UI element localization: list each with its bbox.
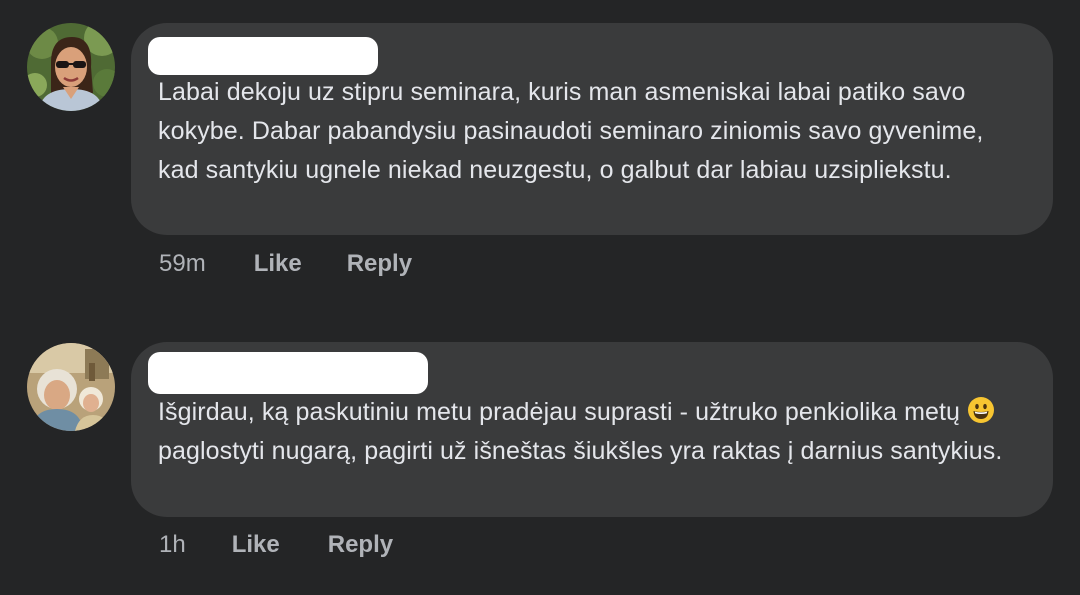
- comment-text: Išgirdau, ką paskutiniu metu pradėjau su…: [158, 393, 1029, 471]
- comment-2: Išgirdau, ką paskutiniu metu pradėjau su…: [0, 300, 1080, 595]
- timestamp[interactable]: 1h: [159, 531, 186, 559]
- comment-1: Labai dekoju uz stipru seminara, kuris m…: [0, 0, 1080, 300]
- comment-text: Labai dekoju uz stipru seminara, kuris m…: [158, 78, 991, 184]
- comment-actions: 59m Like Reply: [159, 250, 412, 278]
- timestamp[interactable]: 59m: [159, 250, 206, 278]
- comment-actions: 1h Like Reply: [159, 531, 393, 559]
- like-button[interactable]: Like: [232, 531, 280, 559]
- grinning-face-emoji-icon: [968, 397, 995, 423]
- avatar[interactable]: [27, 23, 115, 111]
- redacted-author-name: [148, 352, 428, 394]
- comment-text-part-2: paglostyti nugarą, pagirti už išneštas š…: [158, 437, 1003, 465]
- comment-text-part-1: Išgirdau, ką paskutiniu metu pradėjau su…: [158, 398, 961, 426]
- redacted-author-name: [148, 37, 378, 75]
- reply-button[interactable]: Reply: [328, 531, 393, 559]
- avatar-photo-icon: [27, 343, 115, 431]
- comment-bubble: Išgirdau, ką paskutiniu metu pradėjau su…: [131, 342, 1053, 517]
- reply-button[interactable]: Reply: [347, 250, 412, 278]
- like-button[interactable]: Like: [254, 250, 302, 278]
- avatar-photo-icon: [27, 23, 115, 111]
- comment-bubble: Labai dekoju uz stipru seminara, kuris m…: [131, 23, 1053, 235]
- avatar[interactable]: [27, 343, 115, 431]
